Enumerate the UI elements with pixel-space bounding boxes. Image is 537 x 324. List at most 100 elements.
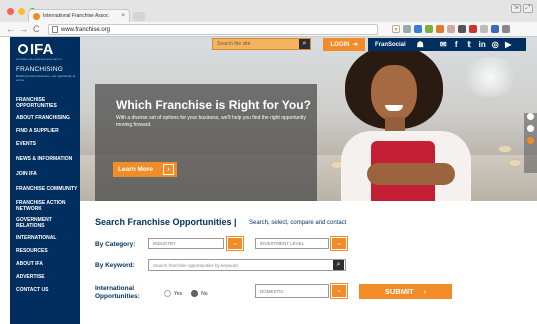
industry-dropdown-icon[interactable]: ⌄	[226, 236, 244, 251]
mail-icon[interactable]: ✉	[437, 40, 450, 49]
sidebar-item-join-ifa[interactable]: JOIN IFA	[10, 168, 80, 181]
new-tab-button[interactable]	[133, 12, 145, 21]
sidebar-item-contact-us[interactable]: CONTACT US	[10, 284, 80, 297]
favicon-icon	[33, 12, 40, 20]
sidebar-item-international[interactable]: INTERNATIONAL	[10, 232, 80, 245]
globe-icon	[18, 44, 28, 54]
sidebar-item-franchise-community[interactable]: FRANCHISE COMMUNITY	[10, 181, 80, 198]
instagram-icon[interactable]: ◎	[489, 40, 502, 49]
page-icon	[52, 26, 58, 33]
keyword-search-icon[interactable]: ⌕	[333, 260, 344, 270]
extension-icon-5[interactable]	[447, 25, 455, 33]
international-label-2: Opportunities:	[95, 293, 140, 300]
linkedin-icon[interactable]: in	[476, 40, 489, 49]
pastry-image	[498, 145, 512, 153]
close-window-icon[interactable]	[7, 8, 14, 15]
slider-dot-1[interactable]	[527, 113, 534, 120]
search-franchise-section: Search Franchise Opportunities | Search,…	[80, 201, 537, 324]
twitter-icon[interactable]: 𝕥	[463, 40, 476, 49]
sidebar-item-find-a-supplier[interactable]: FIND A SUPPLIER	[10, 125, 80, 138]
keyword-search-input[interactable]: Search franchise opportunities by keywor…	[148, 259, 346, 271]
yes-radio[interactable]	[164, 290, 171, 297]
extension-icon-8[interactable]	[480, 25, 488, 33]
search-icon[interactable]: ⌕	[299, 39, 310, 49]
investment-level-select[interactable]: INVESTMENT LEVEL	[255, 238, 329, 249]
extension-icon-6[interactable]	[458, 25, 466, 33]
extension-icon-1[interactable]	[403, 25, 411, 33]
minimize-window-icon[interactable]	[18, 8, 25, 15]
sidebar: IFA INTERNATIONAL FRANCHISE ASSOCIATION …	[10, 37, 80, 324]
sidebar-item-franchise-action-network[interactable]: FRANCHISE ACTION NETWORK	[10, 198, 80, 215]
sidebar-item-resources[interactable]: RESOURCES	[10, 245, 80, 258]
extension-icon-2[interactable]	[414, 25, 422, 33]
tab-close-icon[interactable]: ×	[121, 13, 125, 19]
sidebar-item-government-relations[interactable]: GOVERNMENT RELATIONS	[10, 215, 80, 232]
hero-person-image	[327, 45, 487, 201]
domestic-value: DOMESTIC	[260, 288, 284, 294]
sidebar-item-franchise-opportunities[interactable]: FRANCHISE OPPORTUNITIES	[10, 95, 80, 112]
window-control-1[interactable]: ⇲	[511, 4, 521, 13]
window-controls: ⇲ ⤢	[511, 4, 533, 13]
logo-org-name: INTERNATIONAL FRANCHISE ASSOCIATION	[16, 59, 62, 61]
login-arrow-icon: ⇥	[352, 42, 358, 48]
extension-icon-4[interactable]	[436, 25, 444, 33]
extension-icon-9[interactable]	[491, 25, 499, 33]
fransocial-bar: FranSocial ☗ ✉ f 𝕥 in ◎ ▶	[368, 38, 526, 51]
search-section-subtitle: Search, select, compare and contact	[249, 220, 347, 226]
youtube-icon[interactable]: ▶	[502, 40, 515, 49]
sidebar-item-events[interactable]: EVENTS	[10, 138, 80, 151]
site-search-placeholder: Search the site	[217, 41, 251, 47]
sidebar-item-advertise[interactable]: ADVERTISE	[10, 271, 80, 284]
learn-more-button[interactable]: Learn More ›	[113, 162, 177, 177]
industry-select[interactable]: INDUSTRY	[148, 238, 224, 249]
investment-dropdown-icon[interactable]: ⌄	[330, 236, 348, 251]
international-radio-group: Yes No	[164, 290, 208, 297]
ifa-logo[interactable]: IFA INTERNATIONAL FRANCHISE ASSOCIATION …	[10, 37, 80, 89]
back-button[interactable]: ←	[6, 24, 15, 34]
domestic-select[interactable]: DOMESTIC	[255, 284, 329, 298]
extension-icon-7[interactable]	[469, 25, 477, 33]
industry-value: INDUSTRY	[153, 241, 176, 246]
browser-window: International Franchise Assoc × ⇲ ⤢ ← → …	[0, 0, 537, 324]
bookmark-star-icon[interactable]: ★	[392, 25, 400, 33]
address-bar[interactable]: www.franchise.org	[48, 24, 378, 35]
yes-label: Yes	[174, 290, 183, 297]
domestic-dropdown-icon[interactable]: ⌄	[330, 283, 348, 299]
chevron-right-icon: ›	[163, 164, 174, 175]
logo-franchising: FRANCHISING	[16, 66, 63, 73]
sidebar-item-news-information[interactable]: NEWS & INFORMATION	[10, 151, 80, 168]
hero-card: Which Franchise is Right for You? With a…	[95, 84, 317, 220]
sidebar-item-about-ifa[interactable]: ABOUT IFA	[10, 258, 80, 271]
browser-tab[interactable]: International Franchise Assoc ×	[28, 9, 130, 22]
extension-icon-3[interactable]	[425, 25, 433, 33]
facebook-icon[interactable]: f	[450, 40, 463, 49]
submit-button[interactable]: SUBMIT ›	[359, 284, 452, 299]
fransocial-link[interactable]: FranSocial	[375, 42, 406, 48]
website: IFA INTERNATIONAL FRANCHISE ASSOCIATION …	[0, 37, 537, 324]
sidebar-item-about-franchising[interactable]: ABOUT FRANCHISING	[10, 112, 80, 125]
forward-button[interactable]: →	[19, 24, 28, 34]
reload-button[interactable]: C	[33, 24, 40, 34]
login-label: LOGIN	[330, 41, 350, 48]
login-button[interactable]: LOGIN ⇥	[323, 38, 365, 51]
keyword-label: By Keyword:	[95, 262, 135, 269]
logo-mark: IFA	[18, 42, 53, 58]
no-radio[interactable]	[191, 290, 199, 297]
learn-more-label: Learn More	[118, 166, 154, 173]
address-url: www.franchise.org	[61, 26, 111, 33]
site-search-input[interactable]: Search the site ⌕	[212, 38, 311, 50]
window-control-2[interactable]: ⤢	[523, 4, 533, 13]
browser-titlebar: International Franchise Assoc × ⇲ ⤢	[0, 0, 537, 22]
extension-icons: ★	[392, 25, 510, 33]
chevron-right-icon: ›	[423, 287, 427, 296]
hero-title: Which Franchise is Right for You?	[116, 98, 311, 112]
browser-toolbar: ← → C www.franchise.org ★	[0, 22, 537, 37]
keyword-placeholder: Search franchise opportunities by keywor…	[153, 262, 238, 268]
slider-dot-2[interactable]	[527, 125, 534, 132]
pastry-image	[508, 159, 522, 167]
slider-dot-3-active[interactable]	[527, 137, 534, 144]
sidebar-nav: FRANCHISE OPPORTUNITIES ABOUT FRANCHISIN…	[10, 95, 80, 297]
browser-menu-icon[interactable]	[502, 25, 510, 33]
people-icon: ☗	[416, 40, 424, 49]
investment-level-value: INVESTMENT LEVEL	[260, 241, 305, 246]
